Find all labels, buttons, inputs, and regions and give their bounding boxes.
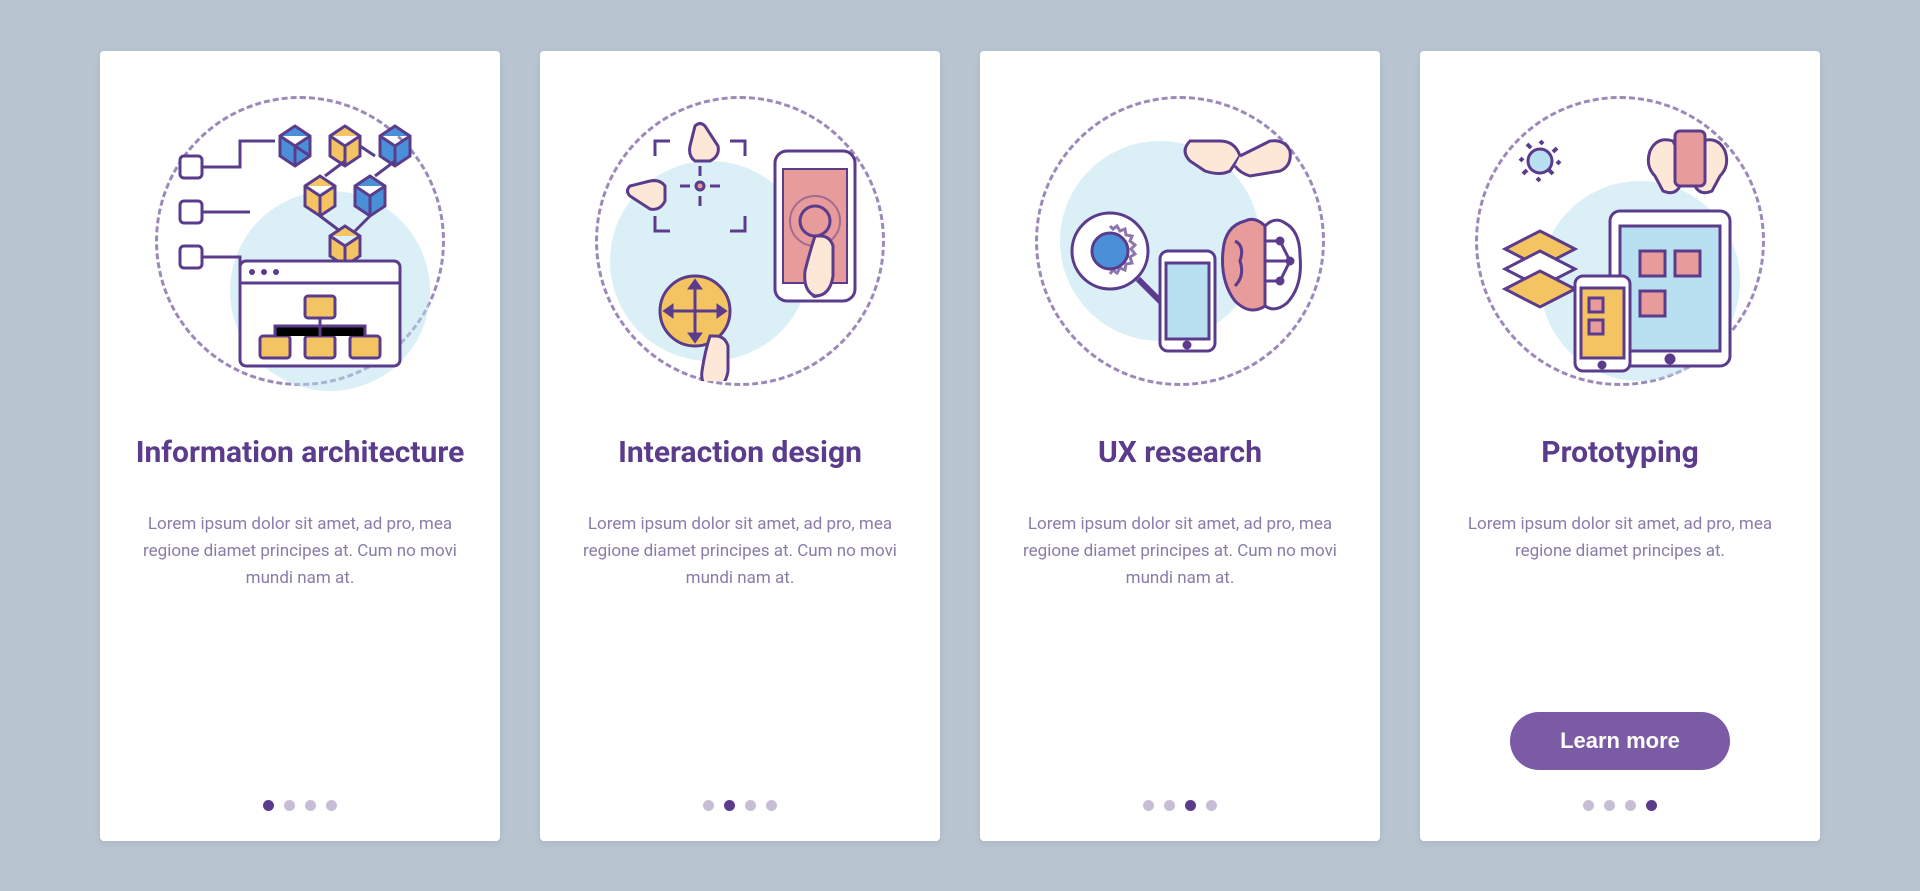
card-description: Lorem ipsum dolor sit amet, ad pro, mea … [135, 511, 465, 770]
dot-1[interactable] [1583, 800, 1594, 811]
pagination-dots [1583, 800, 1657, 811]
pagination-dots [263, 800, 337, 811]
onboarding-card-1: Information architecture Lorem ipsum dol… [100, 51, 500, 841]
card-title: Prototyping [1541, 416, 1699, 491]
pagination-dots [703, 800, 777, 811]
onboarding-card-4: Prototyping Lorem ipsum dolor sit amet, … [1420, 51, 1820, 841]
card-description: Lorem ipsum dolor sit amet, ad pro, mea … [575, 511, 905, 770]
card-title: UX research [1098, 416, 1262, 491]
dot-1[interactable] [1143, 800, 1154, 811]
dot-3[interactable] [1185, 800, 1196, 811]
learn-more-button[interactable]: Learn more [1510, 712, 1730, 770]
information-architecture-illustration [150, 91, 450, 391]
dot-2[interactable] [284, 800, 295, 811]
dot-1[interactable] [703, 800, 714, 811]
dot-1[interactable] [263, 800, 274, 811]
dot-3[interactable] [1625, 800, 1636, 811]
card-description: Lorem ipsum dolor sit amet, ad pro, mea … [1015, 511, 1345, 770]
dot-2[interactable] [724, 800, 735, 811]
dot-3[interactable] [745, 800, 756, 811]
ux-research-illustration [1030, 91, 1330, 391]
dot-2[interactable] [1604, 800, 1615, 811]
dot-3[interactable] [305, 800, 316, 811]
dot-4[interactable] [1206, 800, 1217, 811]
onboarding-card-3: UX research Lorem ipsum dolor sit amet, … [980, 51, 1380, 841]
dot-4[interactable] [766, 800, 777, 811]
onboarding-card-2: Interaction design Lorem ipsum dolor sit… [540, 51, 940, 841]
card-title: Interaction design [618, 416, 862, 491]
card-title: Information architecture [136, 416, 465, 491]
card-description: Lorem ipsum dolor sit amet, ad pro, mea … [1455, 511, 1785, 692]
pagination-dots [1143, 800, 1217, 811]
dot-4[interactable] [1646, 800, 1657, 811]
dot-2[interactable] [1164, 800, 1175, 811]
prototyping-illustration [1470, 91, 1770, 391]
dot-4[interactable] [326, 800, 337, 811]
interaction-design-illustration [590, 91, 890, 391]
